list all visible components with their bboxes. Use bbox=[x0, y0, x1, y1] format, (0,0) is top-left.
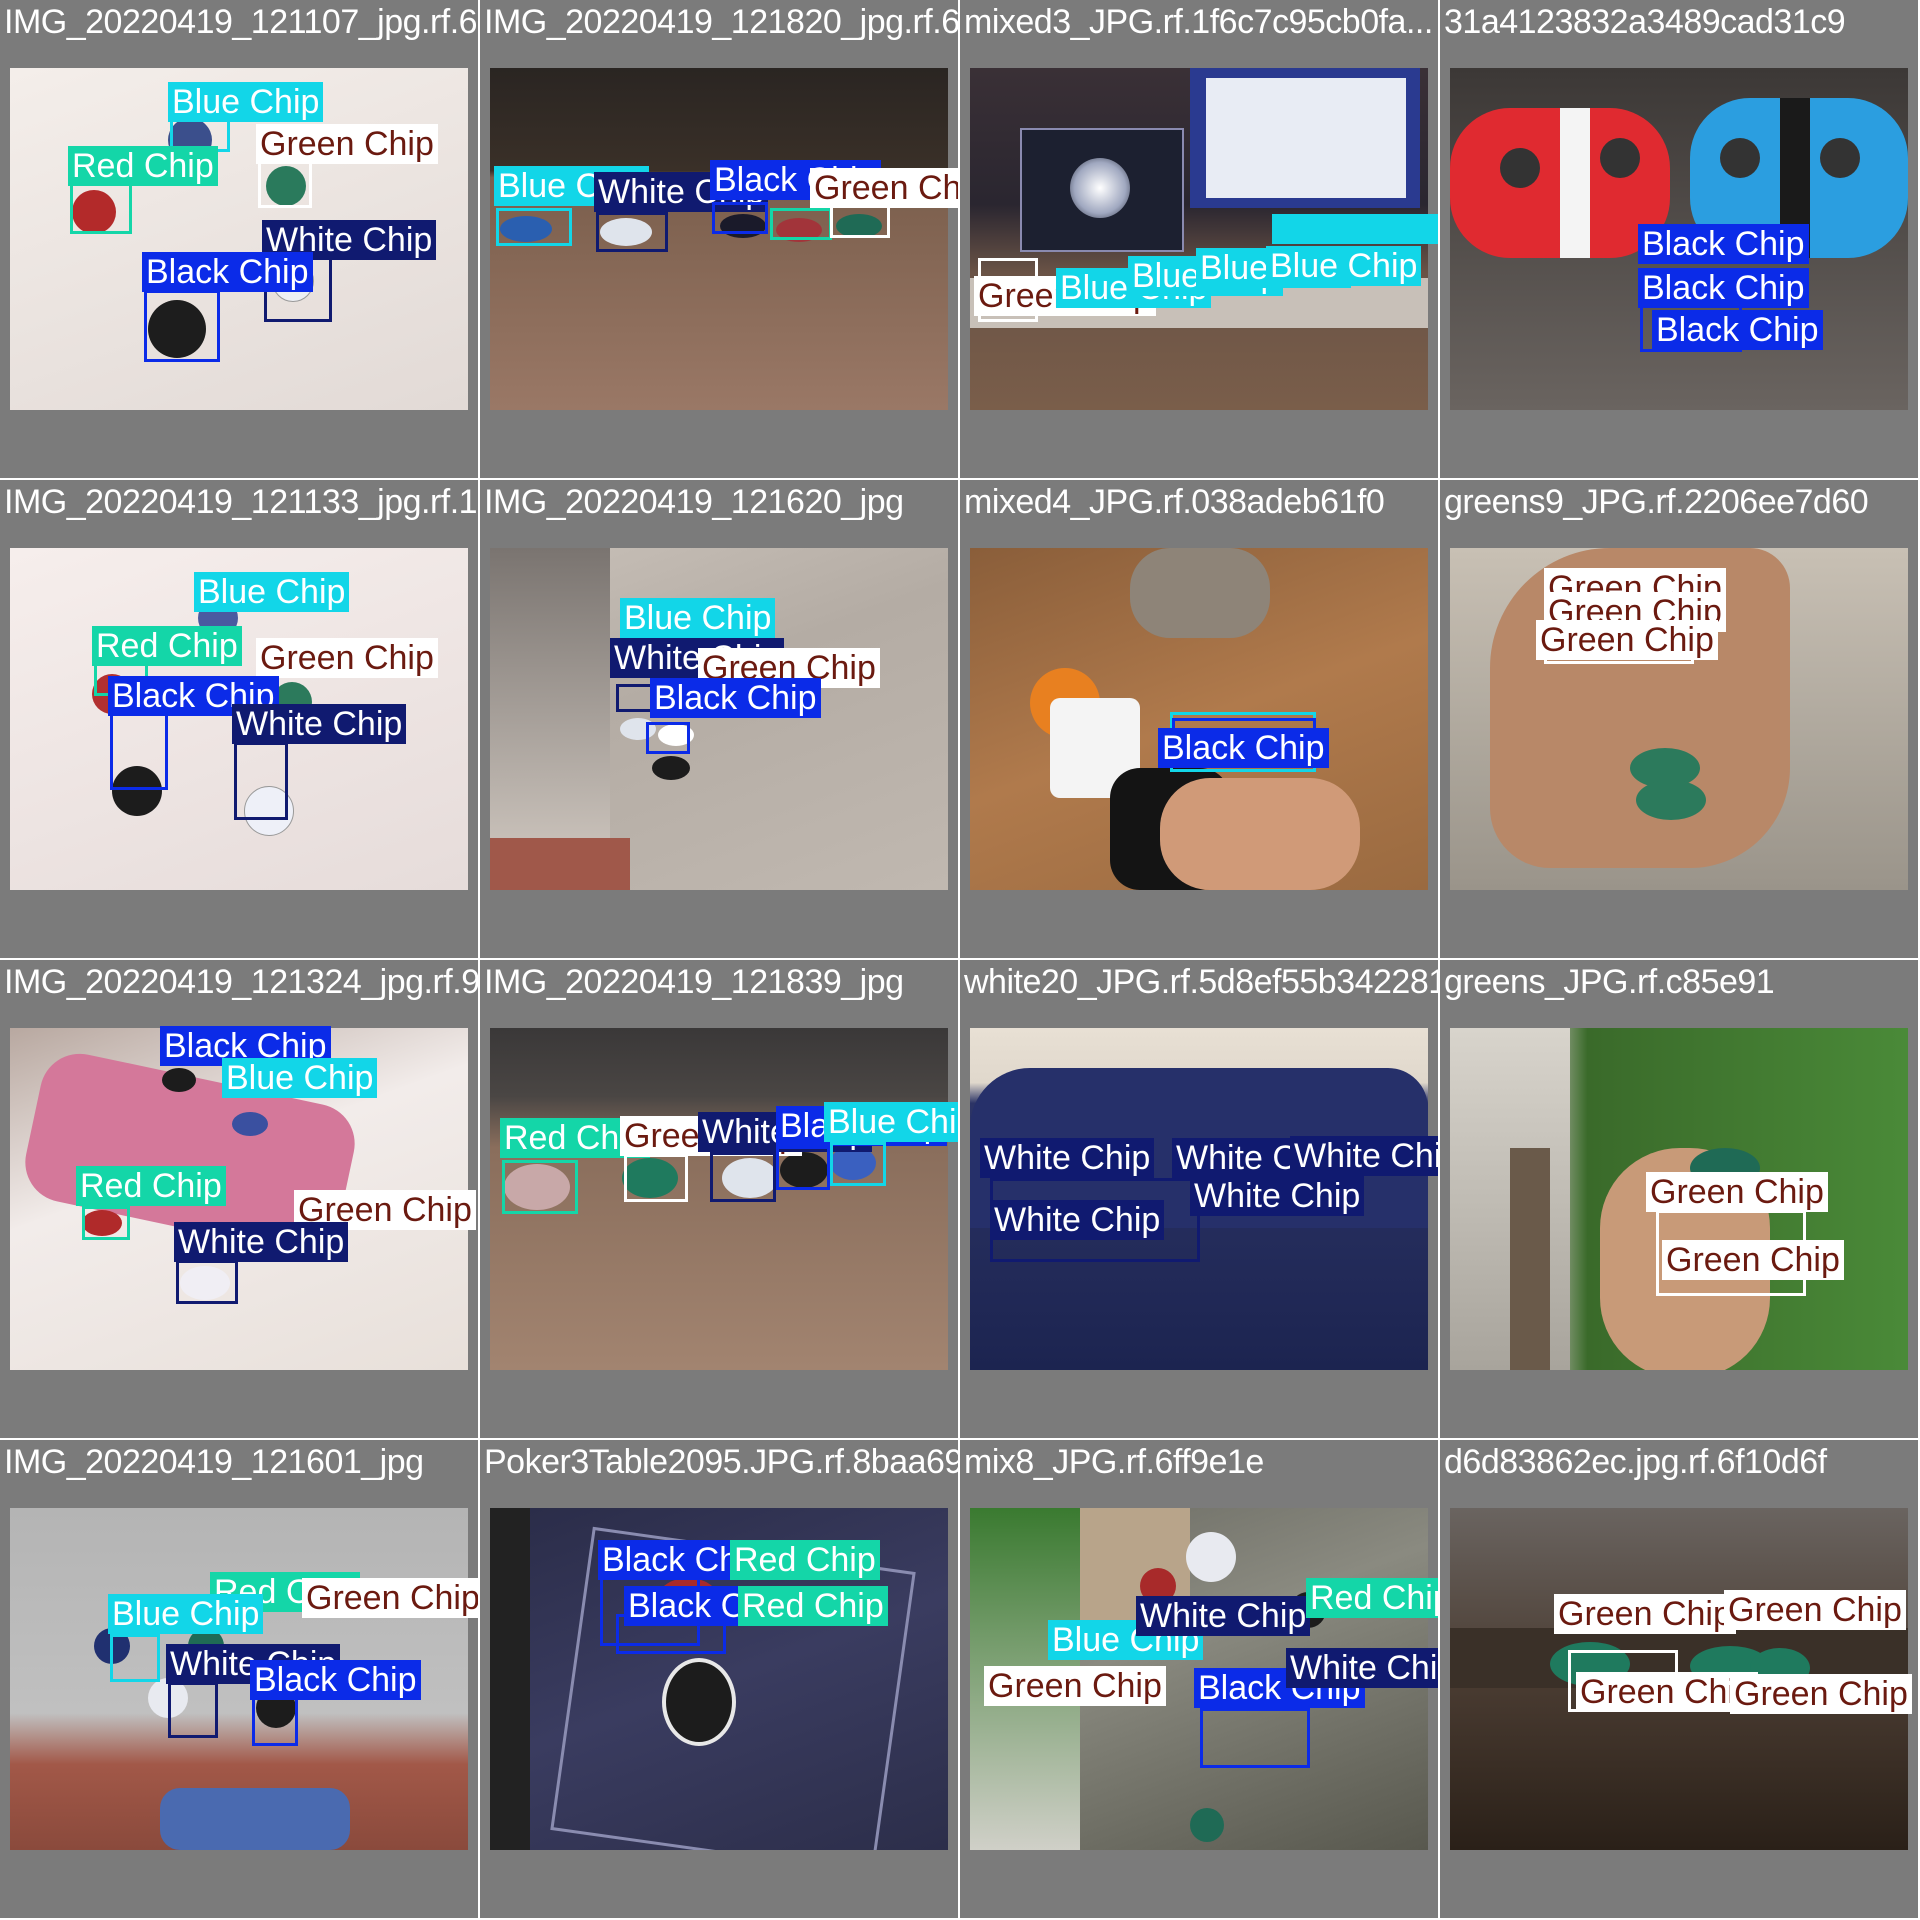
tile-8: greens9_JPG.rf.2206ee7d60 Green Chip Gre… bbox=[1440, 480, 1920, 960]
tile-filename: d6d83862ec.jpg.rf.6f10d6f bbox=[1444, 1443, 1827, 1481]
tile-filename: IMG_20220419_121820_jpg.rf.68720419... bbox=[484, 3, 960, 41]
label-green-chip: Green Chip bbox=[302, 1578, 478, 1618]
label-black-chip: Black Chip bbox=[1158, 728, 1329, 768]
label-white-chip: White Chip bbox=[1190, 1176, 1365, 1216]
tile-filename: IMG_20220419_121133_jpg.rf.1d8c8a3eb1216… bbox=[4, 483, 478, 521]
label-green-chip: Green Chip bbox=[256, 124, 438, 164]
label-green-chip: Green Chip bbox=[1662, 1240, 1844, 1280]
label-red-chip: Red Chip bbox=[68, 146, 218, 186]
label-black-chip: Black Chip bbox=[1638, 224, 1809, 264]
label-white-chip: White Chip bbox=[1136, 1596, 1311, 1636]
tile-6: IMG_20220419_121620_jpg Blue Chip White … bbox=[480, 480, 960, 960]
tile-filename: mixed3_JPG.rf.1f6c7c95cb0fa... bbox=[964, 3, 1433, 41]
tile-11: white20_JPG.rf.5d8ef55b342281e7772b37c_J… bbox=[960, 960, 1440, 1440]
tile-1: IMG_20220419_121107_jpg.rf.6870b204197c1… bbox=[0, 0, 480, 480]
tile-filename: IMG_20220419_121839_jpg bbox=[484, 963, 904, 1001]
label-green-chip: Green Chip bbox=[1724, 1590, 1906, 1630]
label-blue-chip: Blue Chip bbox=[1266, 246, 1422, 286]
tile-filename: IMG_20220419_121601_jpg bbox=[4, 1443, 424, 1481]
tile-3: mixed3_JPG.rf.1f6c7c95cb0fa... Green Chi… bbox=[960, 0, 1440, 480]
label-blue-chip: Blue Chip bbox=[824, 1102, 958, 1142]
tile-13: IMG_20220419_121601_jpg Red Chip Green C… bbox=[0, 1440, 480, 1920]
tile-9: IMG_20220419_121324_jpg.rf.9d2812067d121… bbox=[0, 960, 480, 1440]
tile-filename: IMG_20220419_121620_jpg bbox=[484, 483, 904, 521]
tile-15: mix8_JPG.rf.6ff9e1e Green Chip Blue Chip… bbox=[960, 1440, 1440, 1920]
label-black-chip: Black Chip bbox=[142, 252, 313, 292]
label-green-chip: Green Chip bbox=[1646, 1172, 1828, 1212]
tile-filename: 31a4123832a3489cad31c9 bbox=[1444, 3, 1846, 41]
tile-16: d6d83862ec.jpg.rf.6f10d6f Green Chip Gre… bbox=[1440, 1440, 1920, 1920]
label-black-chip: Black Chip bbox=[650, 678, 821, 718]
label-blue-chip: Blue Chip bbox=[108, 1594, 264, 1634]
label-green-chip: Green Chip bbox=[984, 1666, 1166, 1706]
tile-4: 31a4123832a3489cad31c9 Black Chip Black … bbox=[1440, 0, 1920, 480]
label-white-chip: White Chip bbox=[1290, 1136, 1438, 1176]
tile-filename: IMG_20220419_121324_jpg.rf.9d2812067d121… bbox=[4, 963, 480, 1001]
tile-filename: greens_JPG.rf.c85e91 bbox=[1444, 963, 1775, 1001]
tile-filename: mix8_JPG.rf.6ff9e1e bbox=[964, 1443, 1264, 1481]
label-green-chip: Green Chip bbox=[1730, 1674, 1912, 1714]
label-white-chip: White Chip bbox=[174, 1222, 349, 1262]
label-white-chip: White Chip bbox=[980, 1138, 1155, 1178]
label-green-chip: Green Chip bbox=[256, 638, 438, 678]
label-blue-chip: Blue Chip bbox=[222, 1058, 378, 1098]
label-white-chip: White Chip bbox=[232, 704, 407, 744]
label-blue-chip: Blue Chip bbox=[168, 82, 324, 122]
tile-10: IMG_20220419_121839_jpg Red Chip Green C… bbox=[480, 960, 960, 1440]
label-green-chip: Green Chip bbox=[1536, 620, 1718, 660]
label-red-chip: Red Chip bbox=[76, 1166, 226, 1206]
label-blue-chip: Blue Chip bbox=[194, 572, 350, 612]
label-green-chip: Green Chip bbox=[1554, 1594, 1736, 1634]
label-red-chip: Red Chip bbox=[92, 626, 242, 666]
tile-filename: greens9_JPG.rf.2206ee7d60 bbox=[1444, 483, 1869, 521]
tile-2: IMG_20220419_121820_jpg.rf.68720419... B… bbox=[480, 0, 960, 480]
tile-filename: white20_JPG.rf.5d8ef55b342281e7772b37c_J… bbox=[964, 963, 1438, 1001]
tile-filename: mixed4_JPG.rf.038adeb61f0 bbox=[964, 483, 1385, 521]
label-white-chip: White Chip bbox=[1286, 1648, 1438, 1688]
label-red-chip: Red Chip bbox=[738, 1586, 888, 1626]
label-white-chip: White Chip bbox=[990, 1200, 1165, 1240]
label-black-chip: Black Chip bbox=[1638, 268, 1809, 308]
detection-mosaic: IMG_20220419_121107_jpg.rf.6870b204197c1… bbox=[0, 0, 1920, 1920]
label-black-chip: Black Chip bbox=[250, 1660, 421, 1700]
label-red-chip: Red Chip bbox=[1306, 1578, 1438, 1618]
tile-filename: IMG_20220419_121107_jpg.rf.6870b204197c1… bbox=[4, 3, 478, 41]
tile-14: Poker3Table2095.JPG.rf.8baa6963 Black Ch… bbox=[480, 1440, 960, 1920]
tile-5: IMG_20220419_121133_jpg.rf.1d8c8a3eb1216… bbox=[0, 480, 480, 960]
tile-filename: Poker3Table2095.JPG.rf.8baa6963 bbox=[484, 1443, 960, 1481]
label-black-chip: Black Chip bbox=[1652, 310, 1823, 350]
label-red-chip: Red Chip bbox=[730, 1540, 880, 1580]
tile-7: mixed4_JPG.rf.038adeb61f0 Black Chip bbox=[960, 480, 1440, 960]
label-green-chip: Green Chip bbox=[810, 168, 958, 208]
tile-12: greens_JPG.rf.c85e91 Green Chip Green Ch… bbox=[1440, 960, 1920, 1440]
label-blue-chip: Blue Chip bbox=[620, 598, 776, 638]
